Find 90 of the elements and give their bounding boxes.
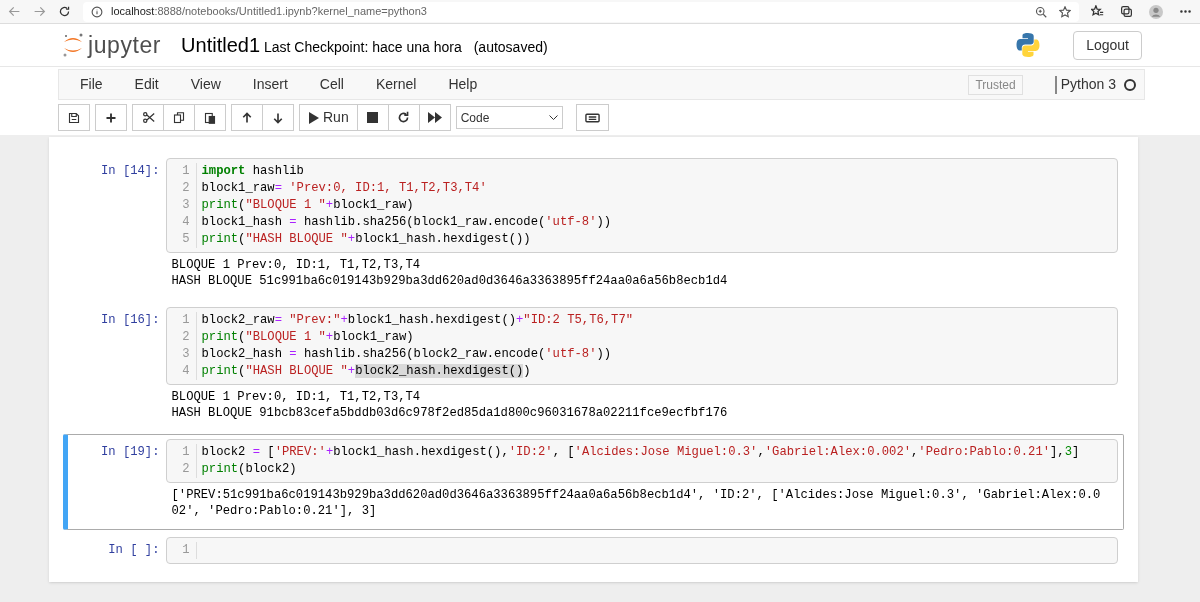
line-number: 1	[182, 312, 190, 329]
code-line: import hashlib	[201, 163, 304, 180]
output-line: BLOQUE 1 Prev:0, ID:1, T1,T2,T3,T4	[171, 389, 422, 405]
url-text: localhost:8888/notebooks/Untitled1.ipynb?kernel_name=python3	[111, 4, 427, 20]
code-cell[interactable]: In [ ]: 1	[62, 532, 1124, 569]
zoom-icon[interactable]	[1035, 5, 1047, 18]
input-prompt: In [16]:	[100, 312, 161, 329]
menu-item[interactable]: Help	[435, 74, 491, 95]
code-line: block2_hash = hashlib.sha256(block2_raw.encode('utf-8'))	[201, 346, 612, 363]
clipboard-icon[interactable]	[204, 111, 216, 124]
keyboard-button[interactable]	[575, 104, 609, 131]
favorites-icon[interactable]	[1091, 5, 1104, 18]
add-cell-button[interactable]	[95, 104, 127, 131]
code-line: print(block2)	[201, 461, 297, 478]
menu-item[interactable]: Insert	[239, 74, 301, 95]
line-number: 2	[182, 329, 190, 346]
scissors-icon[interactable]	[141, 111, 155, 124]
stop-button[interactable]	[356, 104, 389, 131]
logout-button[interactable]: Logout	[1073, 30, 1142, 60]
jupyter-logo-text: jupyter	[88, 30, 162, 60]
code-line: block2 = ['PREV:'+block1_hash.hexdigest(),'ID:2', ['Alcides:Jose Miguel:0.3','Gabriel:Alex:0.002','Pedro:Pablo:0.21'],3]	[201, 444, 1080, 461]
code-line: block1_raw= 'Prev:0, ID:1, T1,T2,T3,T4'	[201, 180, 487, 197]
code-line: print("HASH BLOQUE "+block1_hash.hexdigest())	[201, 231, 531, 248]
menu-item[interactable]: View	[177, 74, 234, 95]
code-cell[interactable]	[62, 434, 1124, 530]
copy-icon[interactable]	[173, 111, 185, 124]
forward-arrow-icon[interactable]	[33, 5, 46, 18]
star-add-icon[interactable]	[1059, 5, 1071, 18]
save-icon[interactable]	[68, 111, 80, 124]
fast-forward-icon	[427, 112, 442, 123]
arrow-down-icon[interactable]	[272, 111, 284, 124]
code-line: print("HASH BLOQUE "+block2_hash.hexdigest())	[201, 363, 531, 380]
back-arrow-icon[interactable]	[8, 5, 21, 18]
output-line: HASH BLOQUE 51c991ba6c019143b929ba3dd620ad0d3646a3363895ff24aa0a6a56b8ecb1d4	[171, 273, 729, 289]
menu-item[interactable]: File	[67, 74, 116, 95]
menu-item[interactable]: Kernel	[362, 74, 430, 95]
python-logo-icon	[1015, 32, 1042, 58]
restart-icon[interactable]	[397, 111, 411, 124]
info-icon[interactable]	[91, 5, 103, 18]
checkpoint-text: Last Checkpoint: hace una hora	[264, 37, 462, 57]
kernel-name[interactable]: Python 3	[1060, 74, 1116, 95]
code-line: print("BLOQUE 1 "+block1_raw)	[201, 329, 414, 346]
address-bar[interactable]: localhost:8888/notebooks/Untitled1.ipynb?kernel_name=python3	[83, 1, 1079, 22]
copy-button[interactable]	[163, 104, 195, 131]
move-down-button[interactable]	[262, 104, 294, 131]
cut-button[interactable]	[132, 104, 164, 131]
menu-item[interactable]: Edit	[121, 74, 172, 95]
line-number: 4	[182, 363, 190, 380]
input-prompt: In [ ]:	[107, 542, 161, 559]
code-editor[interactable]: 1 2 3 4 5 import hashlib block1_raw= 'Prev:0, ID:1, T1,T2,T3,T4' print("BLOQUE 1 "+block1_raw) block1_hash = hashlib.sha256(block1_raw.encode('utf-8')) print("HASH BLOQUE "+block1_hash.hexdigest())	[165, 158, 1118, 253]
code-editor[interactable]: 1 2 block2 = ['PREV:'+block1_hash.hexdigest(),'ID:2', ['Alcides:Jose Miguel:0.3','Gabriel:Alex:0.002','Pedro:Pablo:0.21'],3] print(block2)	[165, 439, 1118, 483]
output-line: 02', 'Pedro:Pablo:0.21'], 3]	[171, 503, 378, 519]
cell-type-select[interactable]: Code	[455, 106, 563, 129]
code-editor[interactable]: 1 2 3 4 block2_raw= "Prev:"+block1_hash.hexdigest()+"ID:2 T5,T6,T7" print("BLOQUE 1 "+block1_raw) block2_hash = hashlib.sha256(block2_raw.encode('utf-8')) print("HASH BLOQUE "+block2_hash.hexdigest())	[165, 307, 1118, 385]
profile-avatar-icon[interactable]	[1149, 4, 1163, 19]
paste-button[interactable]	[194, 104, 226, 131]
line-number: 3	[182, 346, 190, 363]
reload-icon[interactable]	[58, 5, 71, 18]
restart-button[interactable]	[387, 104, 420, 131]
collections-icon[interactable]	[1120, 5, 1133, 18]
output-line: BLOQUE 1 Prev:0, ID:1, T1,T2,T3,T4	[171, 257, 422, 273]
line-number: 2	[182, 180, 190, 197]
line-number: 5	[182, 231, 190, 248]
code-line: block1_hash = hashlib.sha256(block1_raw.encode('utf-8'))	[201, 214, 612, 231]
output-line: ['PREV:51c991ba6c019143b929ba3dd620ad0d3646a3363895ff24aa0a6a56b8ecb1d4', 'ID:2', ['Alcides:Jose Miguel:0.3', 'Gabriel:Alex:0.0	[171, 487, 1102, 503]
autosave-status: (autosaved)	[473, 37, 548, 57]
input-prompt: In [14]:	[100, 163, 161, 180]
chevron-down-icon	[548, 114, 558, 121]
line-number: 1	[182, 444, 190, 461]
keyboard-icon[interactable]	[584, 111, 600, 124]
code-line: print("BLOQUE 1 "+block1_raw)	[201, 197, 414, 214]
save-button[interactable]	[58, 104, 90, 131]
output-line: HASH BLOQUE 91bcb83cefa5bddb03d6c978f2ed85da1d800c96031678a02211fce9ecfbf176	[171, 405, 729, 421]
code-line: block2_raw= "Prev:"+block1_hash.hexdigest()+"ID:2 T5,T6,T7"	[201, 312, 634, 329]
line-number: 2	[182, 461, 190, 478]
play-icon	[308, 111, 319, 124]
restart-run-all-button[interactable]	[418, 104, 451, 131]
stop-icon	[367, 112, 379, 123]
plus-icon[interactable]	[105, 111, 117, 124]
line-number: 4	[182, 214, 190, 231]
line-number: 1	[182, 163, 190, 180]
menu-item[interactable]: Cell	[306, 74, 357, 95]
line-number: 1	[182, 542, 190, 559]
jupyter-logo-icon	[62, 32, 84, 58]
run-button[interactable]: Run	[299, 104, 358, 131]
input-prompt: In [19]:	[100, 444, 161, 461]
notebook-title[interactable]: Untitled1	[181, 30, 260, 60]
move-up-button[interactable]	[231, 104, 263, 131]
line-number: 3	[182, 197, 190, 214]
arrow-up-icon[interactable]	[241, 111, 253, 124]
